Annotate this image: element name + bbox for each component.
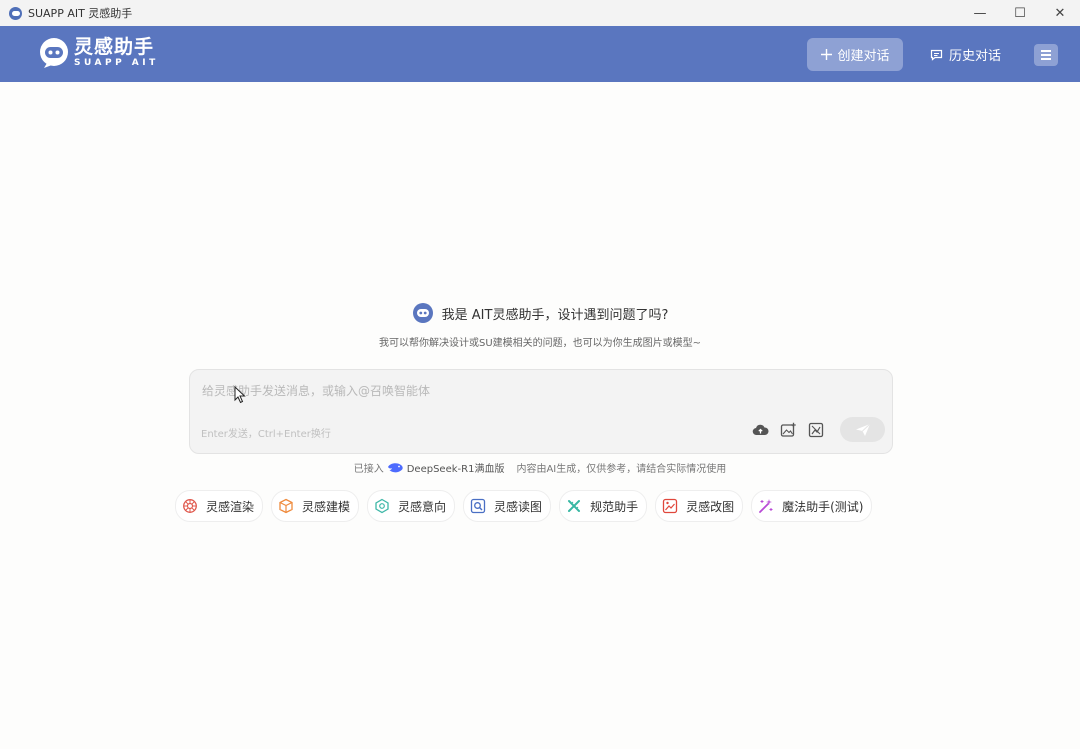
tool-label: 灵感改图 <box>686 499 735 514</box>
tool-modeling[interactable]: 灵感建模 <box>271 490 360 522</box>
new-chat-label: 创建对话 <box>837 49 890 64</box>
bot-avatar-icon <box>412 303 433 323</box>
render-icon <box>182 498 198 514</box>
app-icon <box>9 6 22 20</box>
greeting-subtitle: 我可以帮你解决设计或SU建模相关的问题，也可以为你生成图片或模型~ <box>378 338 702 349</box>
history-label: 历史对话 <box>949 49 1002 64</box>
tool-read-image[interactable]: 灵感读图 <box>463 490 552 522</box>
tool-label: 灵感渲染 <box>206 499 255 514</box>
send-icon <box>855 423 870 436</box>
greeting-title: 我是 AIT灵感助手，设计遇到问题了吗? <box>441 307 669 323</box>
maximize-button[interactable]: ☐ <box>1000 0 1040 26</box>
cloud-upload-icon <box>752 424 769 436</box>
tool-label: 魔法助手(测试) <box>782 499 864 514</box>
cube-icon <box>278 498 294 514</box>
mouse-cursor-icon <box>234 386 246 404</box>
composer-tools <box>751 421 825 439</box>
screenshot-button[interactable] <box>807 421 825 439</box>
tool-intent[interactable]: 灵感意向 <box>367 490 456 522</box>
tool-label: 灵感读图 <box>494 499 543 514</box>
model-name: DeepSeek-R1满血版 <box>406 464 505 475</box>
tool-label: 灵感意向 <box>398 499 447 514</box>
add-image-button[interactable] <box>779 421 797 439</box>
assistant-tools: 灵感渲染 灵感建模 灵感意向 灵感读图 规范助手 灵感改图 魔法助手(测试) <box>175 490 873 522</box>
image-add-icon <box>780 422 796 437</box>
chat-bubble-icon <box>930 49 943 61</box>
send-button[interactable] <box>840 417 885 442</box>
message-composer: Enter发送，Ctrl+Enter换行 <box>189 369 893 454</box>
tool-label: 规范助手 <box>590 499 639 514</box>
rule-icon <box>566 498 582 514</box>
logo-text: 灵感助手 SUAPP AIT <box>74 38 159 68</box>
logo-title: 灵感助手 <box>74 36 155 58</box>
bot-logo-icon <box>40 38 68 68</box>
edit-image-icon <box>662 498 678 514</box>
history-button[interactable]: 历史对话 <box>930 38 1001 71</box>
tool-edit-image[interactable]: 灵感改图 <box>655 490 744 522</box>
deepseek-whale-icon <box>387 462 403 472</box>
disclaimer-prefix: 已接入 <box>353 464 384 475</box>
plus-icon <box>821 49 833 60</box>
menu-button[interactable] <box>1034 44 1058 66</box>
read-image-icon <box>470 498 486 514</box>
tool-render[interactable]: 灵感渲染 <box>175 490 264 522</box>
message-input[interactable] <box>200 380 874 410</box>
window-title: SUAPP AIT 灵感助手 <box>28 7 133 20</box>
logo-subtitle: SUAPP AIT <box>74 58 159 68</box>
upload-button[interactable] <box>751 421 769 439</box>
composer-hint: Enter发送，Ctrl+Enter换行 <box>201 429 331 440</box>
tool-standards[interactable]: 规范助手 <box>559 490 648 522</box>
magic-wand-icon <box>758 498 774 514</box>
tool-magic[interactable]: 魔法助手(测试) <box>751 490 873 522</box>
menu-icon <box>1041 50 1051 52</box>
screenshot-icon <box>808 422 824 438</box>
model-disclaimer: 已接入 DeepSeek-R1满血版 内容由AI生成，仅供参考，请结合实际情况使… <box>0 460 1080 475</box>
idea-icon <box>374 498 390 514</box>
minimize-button[interactable]: — <box>960 0 1000 26</box>
app-header: 灵感助手 SUAPP AIT 创建对话 历史对话 <box>0 26 1080 82</box>
close-button[interactable]: ✕ <box>1040 0 1080 26</box>
tool-label: 灵感建模 <box>302 499 351 514</box>
new-chat-button[interactable]: 创建对话 <box>807 38 903 71</box>
greeting: 我是 AIT灵感助手，设计遇到问题了吗? <box>0 302 1080 324</box>
window-controls: — ☐ ✕ <box>960 0 1080 26</box>
ai-generated-note: 内容由AI生成，仅供参考，请结合实际情况使用 <box>516 464 727 475</box>
logo: 灵感助手 SUAPP AIT <box>38 37 159 69</box>
window-titlebar: SUAPP AIT 灵感助手 — ☐ ✕ <box>0 0 1080 26</box>
